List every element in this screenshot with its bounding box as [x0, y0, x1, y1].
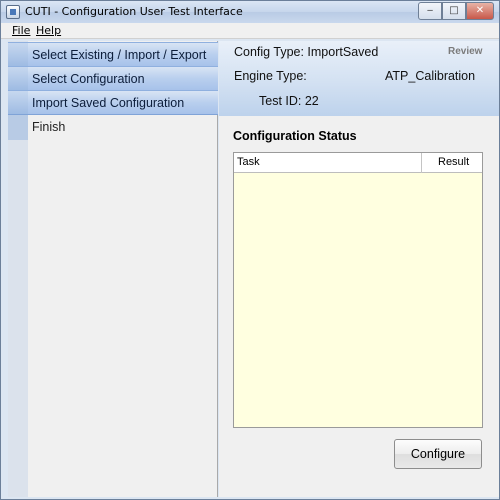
configure-button[interactable]: Configure [394, 439, 482, 469]
maximize-button[interactable]: □ [442, 2, 466, 20]
wizard-steps-sidebar: Select Existing / Import / Export Select… [8, 41, 218, 497]
app-icon[interactable] [6, 5, 20, 19]
step-label: Select Configuration [32, 72, 145, 86]
config-type-text: Config Type: ImportSaved [234, 45, 379, 59]
main-panel: Config Type: ImportSaved Review Engine T… [219, 41, 499, 497]
review-link[interactable]: Review [448, 46, 482, 57]
menu-file[interactable]: File [12, 24, 30, 37]
engine-type-value: ATP_Calibration [385, 69, 476, 83]
test-id-text: Test ID: 22 [259, 94, 319, 108]
step-finish[interactable]: Finish [8, 115, 218, 140]
table-header: Task Result [234, 153, 482, 173]
window-title: CUTI - Configuration User Test Interface [25, 5, 243, 18]
column-header-result[interactable]: Result [438, 156, 469, 168]
step-label: Select Existing / Import / Export [32, 48, 207, 62]
status-table[interactable]: Task Result [233, 152, 483, 428]
step-label: Finish [32, 120, 66, 134]
step-marker [8, 43, 28, 66]
config-summary-header: Config Type: ImportSaved Review Engine T… [219, 41, 499, 116]
step-marker [8, 67, 28, 90]
step-select-existing-import-export[interactable]: Select Existing / Import / Export [8, 42, 218, 67]
menu-help-label: Help [36, 24, 62, 37]
step-label: Import Saved Configuration [32, 96, 185, 110]
step-select-configuration[interactable]: Select Configuration [8, 66, 218, 91]
minimize-button[interactable]: ‒ [418, 2, 442, 20]
column-header-task[interactable]: Task [237, 156, 260, 168]
title-bar[interactable]: CUTI - Configuration User Test Interface… [1, 1, 499, 23]
menu-bar: File Help [1, 23, 499, 39]
step-marker [8, 91, 28, 114]
engine-type-label: Engine Type: [234, 69, 307, 83]
column-divider[interactable] [421, 153, 422, 173]
app-window: CUTI - Configuration User Test Interface… [0, 0, 500, 500]
configuration-status-heading: Configuration Status [233, 129, 357, 143]
menu-file-label: File [12, 24, 31, 37]
step-import-saved-configuration[interactable]: Import Saved Configuration [8, 90, 218, 115]
menu-help[interactable]: Help [36, 24, 61, 37]
close-button[interactable]: ✕ [466, 2, 494, 20]
